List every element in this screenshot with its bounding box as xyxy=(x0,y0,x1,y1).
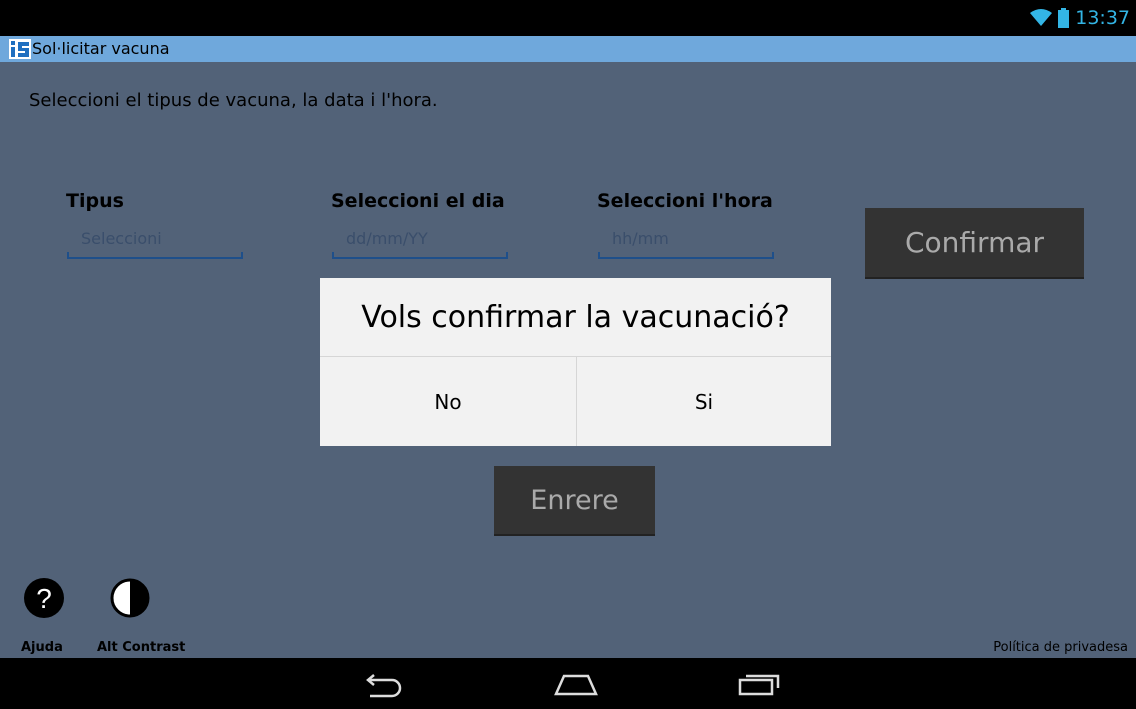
navigation-bar xyxy=(0,658,1136,709)
back-button[interactable]: Enrere xyxy=(494,466,655,534)
status-icons: 13:37 xyxy=(1030,7,1130,29)
back-icon[interactable] xyxy=(362,670,406,698)
confirm-dialog: Vols confirmar la vacunació? No Si xyxy=(320,278,831,446)
privacy-link[interactable]: Política de privadesa xyxy=(993,640,1128,655)
contrast-label: Alt Contrast xyxy=(97,640,186,655)
date-field[interactable]: dd/mm/YY xyxy=(332,225,508,259)
time-field[interactable]: hh/mm xyxy=(598,225,774,259)
instruction-text: Seleccioni el tipus de vacuna, la data i… xyxy=(29,90,438,111)
dialog-question: Vols confirmar la vacunació? xyxy=(361,299,790,335)
app-logo-icon xyxy=(9,39,31,59)
date-placeholder: dd/mm/YY xyxy=(346,229,428,248)
help-label: Ajuda xyxy=(21,640,63,655)
home-icon[interactable] xyxy=(552,670,600,698)
dialog-yes-button[interactable]: Si xyxy=(577,357,831,446)
app-title: Sol·licitar vacuna xyxy=(32,39,170,58)
tipus-placeholder: Seleccioni xyxy=(81,229,162,248)
date-label: Seleccioni el dia xyxy=(331,190,505,212)
recents-icon[interactable] xyxy=(736,670,784,698)
svg-text:?: ? xyxy=(36,583,52,614)
time-label: Seleccioni l'hora xyxy=(597,190,773,212)
title-bar: Sol·licitar vacuna xyxy=(0,36,1136,62)
confirm-button[interactable]: Confirmar xyxy=(865,208,1084,277)
contrast-icon[interactable] xyxy=(110,578,150,618)
battery-icon xyxy=(1058,8,1070,28)
dialog-no-button[interactable]: No xyxy=(320,357,576,446)
status-bar: 13:37 xyxy=(0,0,1136,36)
status-time: 13:37 xyxy=(1075,7,1130,29)
time-placeholder: hh/mm xyxy=(612,229,669,248)
tipus-select[interactable]: Seleccioni xyxy=(67,225,243,259)
tipus-label: Tipus xyxy=(66,190,124,212)
help-icon[interactable]: ? xyxy=(24,578,64,618)
wifi-icon xyxy=(1030,9,1053,26)
